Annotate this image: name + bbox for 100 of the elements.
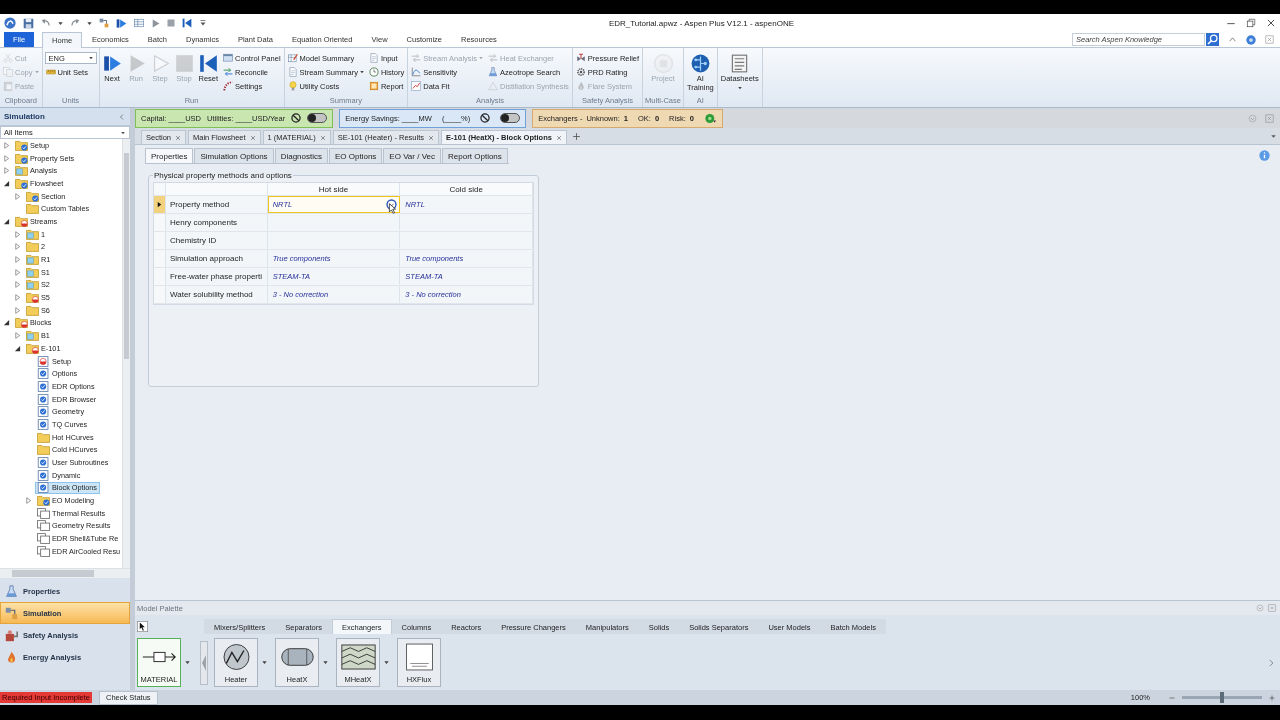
toggle-switch[interactable] xyxy=(500,113,521,123)
no-entry-icon xyxy=(480,113,491,123)
zoom-in-icon[interactable] xyxy=(1268,693,1276,702)
window-title: EDR_Tutorial.apwz - Aspen Plus V12.1 - aspenONE xyxy=(608,18,794,28)
exchanger-icon xyxy=(339,643,377,671)
group-title: Physical property methods and options xyxy=(153,171,293,180)
row-label: Henry components xyxy=(165,214,268,231)
flame-icon xyxy=(575,81,586,91)
caret-icon[interactable] xyxy=(262,660,267,665)
expander-icon[interactable] xyxy=(3,179,10,187)
scroll-left-icon[interactable] xyxy=(200,639,208,686)
triangle-icon xyxy=(488,81,499,91)
forward-icon xyxy=(102,54,122,73)
table-icon[interactable] xyxy=(134,18,144,28)
flask-icon xyxy=(488,67,499,77)
expander-icon[interactable] xyxy=(3,319,10,327)
form-tab[interactable]: Properties xyxy=(145,148,194,163)
clipboard-icon xyxy=(3,81,13,91)
chevron-left-icon[interactable] xyxy=(118,112,126,121)
skip-back-icon[interactable] xyxy=(182,18,192,28)
redo-icon[interactable] xyxy=(70,18,80,28)
app-logo-icon[interactable] xyxy=(4,17,16,29)
caret-icon[interactable] xyxy=(58,20,63,26)
form-tab[interactable]: Simulation Options xyxy=(194,148,274,163)
folder-icon xyxy=(37,431,50,443)
swap-arrows-icon xyxy=(223,67,234,77)
circuit-icon xyxy=(690,54,710,73)
folder-icon xyxy=(26,203,39,215)
gear-icon xyxy=(575,67,586,77)
panel-title: Simulation xyxy=(4,112,45,121)
undo-icon[interactable] xyxy=(41,18,51,28)
forward-icon[interactable] xyxy=(116,17,127,29)
ruler-icon xyxy=(45,67,56,77)
row-label: Water solubility method xyxy=(165,286,268,303)
play-icon[interactable] xyxy=(151,18,160,28)
search-icon[interactable] xyxy=(1206,33,1219,46)
form-tab[interactable]: EO Options xyxy=(329,148,383,163)
clock-icon xyxy=(368,67,379,77)
status-light-icon[interactable] xyxy=(703,112,717,124)
form-tab[interactable]: EO Var / Vec xyxy=(383,148,441,163)
caret-icon[interactable] xyxy=(87,20,92,26)
chevron-up-icon[interactable] xyxy=(1228,35,1237,44)
save-icon[interactable] xyxy=(23,17,34,29)
flask-icon xyxy=(5,584,18,598)
linked-boxes-icon[interactable] xyxy=(99,18,109,28)
dropdown-icon[interactable] xyxy=(199,19,207,27)
equipment-icon xyxy=(5,628,18,642)
toggle-switch[interactable] xyxy=(307,113,328,123)
curve-chart-icon xyxy=(411,67,422,77)
row-marker-icon xyxy=(156,201,163,208)
close-icon[interactable] xyxy=(1266,18,1276,28)
dotted-arc-icon xyxy=(223,81,234,91)
table-pencil-icon xyxy=(287,53,298,63)
pages-icon xyxy=(37,533,50,545)
window-icon xyxy=(223,53,234,63)
row-label: Chemistry ID xyxy=(165,232,268,249)
row-label: Property method xyxy=(165,196,268,213)
column-header: Cold side xyxy=(400,183,533,195)
caret-icon xyxy=(88,56,93,60)
valve-icon xyxy=(575,53,586,63)
help-icon[interactable] xyxy=(1246,34,1256,45)
pages-icon xyxy=(37,545,50,557)
folder-icon xyxy=(37,444,50,456)
form-tab[interactable]: Report Options xyxy=(442,148,508,163)
caret-icon[interactable] xyxy=(384,660,389,665)
stop-icon xyxy=(174,54,194,73)
no-entry-icon xyxy=(291,113,302,123)
line-chart-icon xyxy=(411,81,422,91)
flame-icon xyxy=(5,650,18,664)
info-icon[interactable] xyxy=(1259,150,1270,161)
folder-icon xyxy=(26,241,39,253)
caret-icon[interactable] xyxy=(323,660,328,665)
horizontal-scrollbar[interactable] xyxy=(0,568,130,578)
swap-arrows-icon xyxy=(411,53,422,63)
caret-icon[interactable] xyxy=(1270,132,1277,140)
swap-arrows-icon xyxy=(488,53,499,63)
notebook-icon xyxy=(368,81,379,91)
column-header: Hot side xyxy=(267,183,401,195)
document-icon xyxy=(368,53,379,63)
pointer-icon[interactable] xyxy=(137,621,148,632)
caret-icon[interactable] xyxy=(185,660,190,665)
form-tab[interactable]: Diagnostics xyxy=(274,148,328,163)
list-document-icon xyxy=(730,54,750,73)
expander-icon[interactable] xyxy=(3,217,10,225)
row-label: Simulation approach xyxy=(165,250,268,267)
skip-back-icon xyxy=(198,54,218,73)
pages-icon xyxy=(37,520,50,532)
restore-icon[interactable] xyxy=(1246,18,1256,28)
stop-icon[interactable] xyxy=(167,19,175,27)
row-header[interactable] xyxy=(154,196,166,213)
disc-icon xyxy=(653,54,673,73)
row-label: Free-water phase properti xyxy=(165,268,268,285)
slider-thumb[interactable] xyxy=(1220,692,1224,703)
linked-boxes-icon xyxy=(5,606,18,620)
lightbulb-icon xyxy=(287,81,298,91)
folder-icon xyxy=(26,304,39,316)
caret-icon xyxy=(120,129,126,136)
document-icon xyxy=(287,67,298,77)
expander-icon[interactable] xyxy=(14,344,21,352)
plus-icon[interactable] xyxy=(571,131,581,141)
